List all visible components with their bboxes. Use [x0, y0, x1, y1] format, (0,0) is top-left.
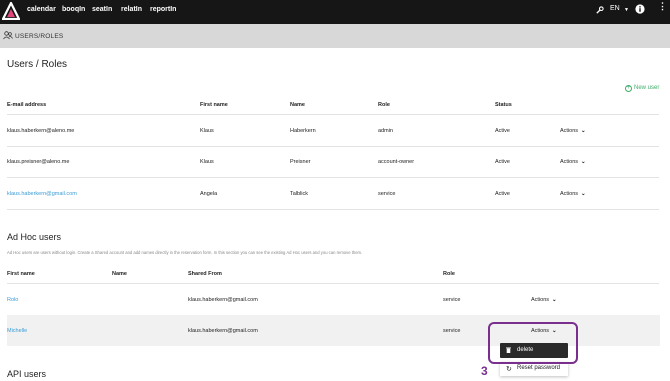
- table-cell-first-name: Klaus: [200, 159, 214, 165]
- table-cell-first-name: Angela: [200, 191, 218, 197]
- page-title: Users / Roles: [7, 59, 68, 70]
- adhoc-section-title: Ad Hoc users: [7, 232, 62, 242]
- table-cell-first-name-link[interactable]: Michelle: [7, 328, 27, 334]
- app-logo-icon[interactable]: [2, 2, 20, 20]
- chevron-down-icon: ⌄: [581, 159, 586, 165]
- actions-dropdown[interactable]: Actions ⌄: [560, 159, 586, 165]
- reset-password-label: Reset password: [517, 365, 561, 371]
- header-role: Role: [443, 271, 455, 277]
- table-cell-role: service: [443, 297, 461, 303]
- chevron-down-icon[interactable]: ▼: [624, 7, 629, 13]
- top-navigation-bar: calendar booqIn seatIn relatIn reportIn …: [0, 0, 670, 24]
- header-shared-from: Shared From: [188, 271, 222, 277]
- table-cell-status: Active: [495, 191, 510, 197]
- header-name: Name: [290, 102, 305, 108]
- table-cell-name: Preisner: [290, 159, 311, 165]
- nav-relatin[interactable]: relatIn: [121, 6, 142, 13]
- actions-label: Actions: [560, 191, 579, 197]
- header-name: Name: [112, 271, 127, 277]
- table-cell-role: service: [443, 328, 461, 334]
- table-cell-status: Active: [495, 128, 510, 134]
- table-cell-shared-from: klaus.haberkern@gmail.com: [188, 328, 258, 334]
- nav-reportin[interactable]: reportIn: [150, 6, 176, 13]
- new-user-button[interactable]: + New user: [625, 85, 659, 92]
- table-cell-first-name-link[interactable]: Rolo: [7, 297, 18, 303]
- more-menu-icon[interactable]: ⋮: [658, 2, 667, 11]
- annotation-highlight-box: [488, 322, 578, 364]
- users-icon: [3, 31, 13, 40]
- nav-booqin[interactable]: booqIn: [62, 6, 85, 13]
- actions-label: Actions: [560, 128, 579, 134]
- chevron-down-icon: ⌄: [552, 297, 557, 303]
- table-cell-first-name: Klaus: [200, 128, 214, 134]
- adhoc-description: Ad Hoc users are users without login. Cr…: [7, 250, 363, 255]
- divider: [7, 283, 659, 284]
- divider: [7, 114, 659, 115]
- table-cell-role: service: [378, 191, 396, 197]
- actions-dropdown[interactable]: Actions ⌄: [560, 191, 586, 197]
- breadcrumb: USERS/ROLES: [15, 33, 64, 40]
- plus-icon: +: [625, 85, 632, 92]
- table-cell-email: klaus.haberkern@aleno.me: [7, 128, 75, 134]
- table-cell-email-link[interactable]: klaus.haberkern@gmail.com: [7, 191, 77, 197]
- annotation-number: 3: [481, 364, 488, 378]
- actions-label: Actions: [560, 159, 579, 165]
- table-cell-name: Haberkern: [290, 128, 316, 134]
- divider: [7, 146, 659, 147]
- header-email: E-mail address: [7, 102, 47, 108]
- info-icon[interactable]: [635, 4, 645, 14]
- divider: [7, 177, 659, 178]
- divider: [7, 209, 659, 210]
- reset-password-menu-item[interactable]: ↻ Reset password: [500, 362, 568, 376]
- nav-seatin[interactable]: seatIn: [92, 6, 112, 13]
- table-cell-name: Talblick: [290, 191, 309, 197]
- table-cell-role: account-owner: [378, 159, 415, 165]
- refresh-icon: ↻: [506, 366, 512, 373]
- nav-calendar[interactable]: calendar: [27, 6, 56, 13]
- header-first-name: First name: [7, 271, 35, 277]
- breadcrumb-bar: USERS/ROLES: [0, 24, 670, 48]
- actions-dropdown[interactable]: Actions ⌄: [560, 128, 586, 134]
- chevron-down-icon: ⌄: [581, 128, 586, 134]
- header-first-name: First name: [200, 102, 228, 108]
- actions-label: Actions: [531, 297, 550, 303]
- wrench-icon[interactable]: [595, 6, 604, 15]
- table-cell-status: Active: [495, 159, 510, 165]
- header-status: Status: [495, 102, 512, 108]
- table-cell-shared-from: klaus.haberkern@gmail.com: [188, 297, 258, 303]
- chevron-down-icon: ⌄: [581, 191, 586, 197]
- table-cell-email: klaus.preisner@aleno.me: [7, 159, 70, 165]
- language-selector[interactable]: EN: [610, 5, 620, 12]
- actions-dropdown[interactable]: Actions ⌄: [531, 297, 557, 303]
- api-section-title: API users: [7, 369, 47, 379]
- table-cell-role: admin: [378, 128, 393, 134]
- new-user-label: New user: [634, 85, 660, 91]
- header-role: Role: [378, 102, 390, 108]
